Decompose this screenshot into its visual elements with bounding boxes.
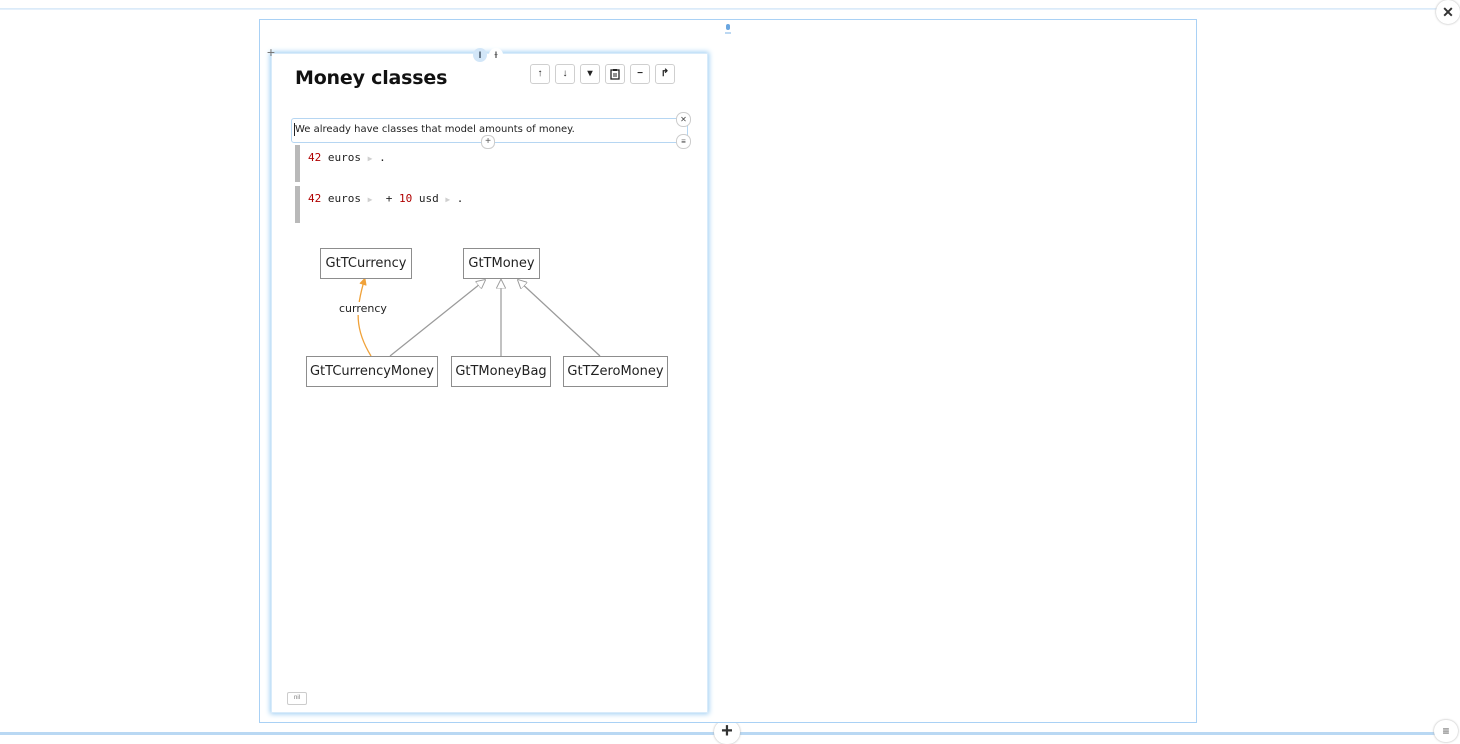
- clipboard-icon[interactable]: [605, 64, 625, 84]
- add-page-button[interactable]: +: [714, 720, 740, 744]
- class-box[interactable]: GtTCurrency: [320, 248, 412, 279]
- expand-triangle-icon[interactable]: ▶: [445, 195, 450, 204]
- add-before-icon[interactable]: +: [264, 45, 278, 59]
- menu-icon[interactable]: ≡: [1434, 720, 1458, 742]
- pane-resizer-icon[interactable]: [725, 24, 731, 34]
- inheritance-edge: [518, 280, 601, 357]
- expand-triangle-icon[interactable]: ▶: [368, 154, 373, 163]
- code-token: +: [385, 192, 393, 205]
- page-handles: Iɫ: [473, 45, 507, 62]
- close-snippet-icon[interactable]: ✕: [676, 112, 691, 127]
- text-cursor-icon[interactable]: I: [473, 48, 487, 62]
- inheritance-edge: [389, 280, 485, 357]
- world-top-border: [0, 8, 1446, 10]
- arrow-down-icon[interactable]: ↓: [555, 64, 575, 84]
- edge-label: currency: [338, 302, 388, 315]
- code-token: .: [379, 151, 386, 164]
- snippet-menu-icon[interactable]: ≡: [676, 134, 691, 149]
- share-icon[interactable]: ↱: [655, 64, 675, 84]
- association-edge: [357, 277, 372, 357]
- minus-icon[interactable]: −: [630, 64, 650, 84]
- code-snippet-bar[interactable]: [295, 145, 300, 182]
- code-token: .: [456, 192, 464, 205]
- text-snippet-content[interactable]: We already have classes that model amoun…: [295, 124, 575, 135]
- class-diagram: GtTCurrency GtTMoney GtTCurrencyMoney Gt…: [300, 240, 680, 400]
- pin-icon[interactable]: ɫ: [489, 48, 503, 62]
- code-token: euros: [327, 151, 361, 164]
- class-box[interactable]: GtTCurrencyMoney: [306, 356, 438, 387]
- page-title: Money classes: [295, 67, 448, 89]
- code-snippet-1[interactable]: 42 euros ▶ .: [308, 151, 386, 164]
- code-snippet-2[interactable]: 42 euros ▶ + 10 usd ▶ .: [308, 192, 463, 205]
- class-box[interactable]: GtTZeroMoney: [563, 356, 668, 387]
- expand-triangle-icon[interactable]: ▶: [368, 195, 373, 204]
- class-box[interactable]: GtTMoneyBag: [451, 356, 551, 387]
- add-snippet-icon[interactable]: +: [481, 135, 495, 149]
- class-box[interactable]: GtTMoney: [463, 248, 540, 279]
- number-literal: 10: [398, 192, 413, 205]
- close-icon[interactable]: ✕: [1436, 0, 1460, 24]
- code-snippet-bar[interactable]: [295, 186, 300, 223]
- arrow-up-icon[interactable]: ↑: [530, 64, 550, 84]
- dropdown-icon[interactable]: ▾: [580, 64, 600, 84]
- code-token: euros: [327, 192, 361, 205]
- number-literal: 42: [308, 192, 322, 205]
- number-literal: 42: [308, 151, 322, 164]
- code-token: usd: [418, 192, 439, 205]
- page-toolbar: ↑ ↓ ▾ − ↱: [530, 64, 675, 84]
- nil-badge: nil: [287, 692, 307, 705]
